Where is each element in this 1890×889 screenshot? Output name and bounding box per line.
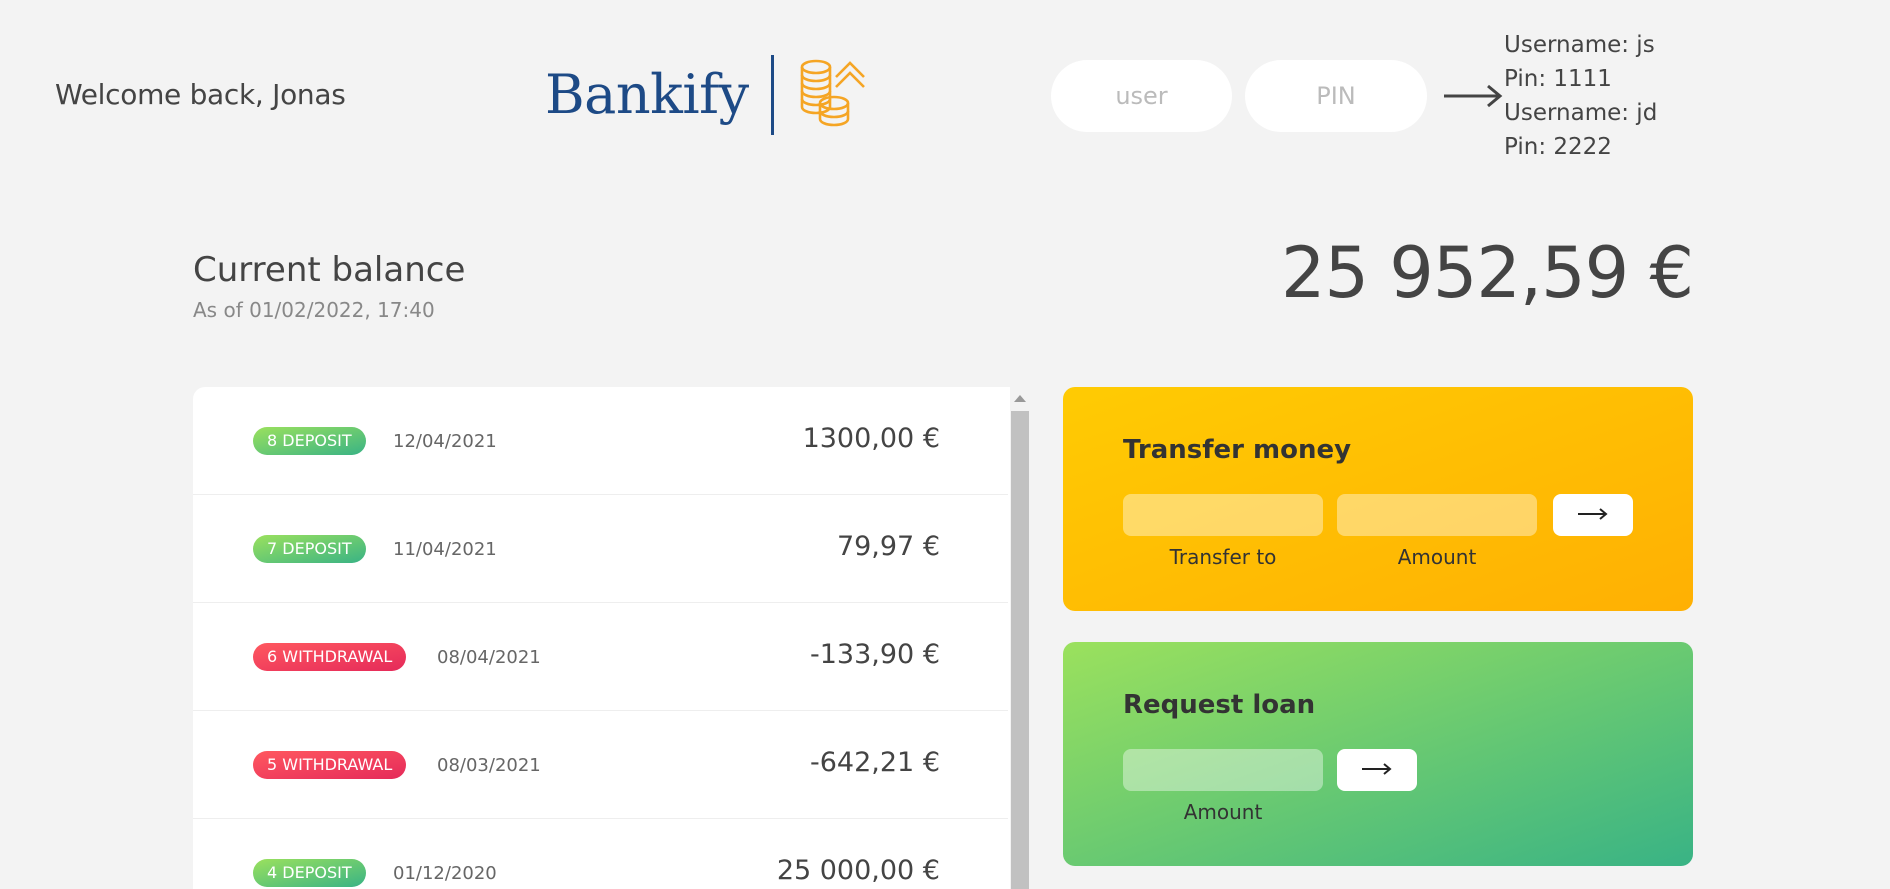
movement-row: 8 deposit 12/04/2021 1300,00 €: [193, 387, 1008, 495]
transfer-amount-input[interactable]: [1337, 494, 1537, 536]
hint-line: Username: jd: [1504, 100, 1658, 126]
movement-type-badge: 5 withdrawal: [253, 751, 407, 779]
movement-date: 11/04/2021: [393, 539, 497, 560]
movement-type-badge: 4 deposit: [253, 859, 366, 887]
movements-list[interactable]: 8 deposit 12/04/2021 1300,00 € 7 deposit…: [193, 387, 1010, 889]
login-button[interactable]: [1440, 78, 1505, 114]
balance-value: 25 952,59 €: [1280, 232, 1694, 314]
movement-value: 79,97 €: [836, 531, 940, 562]
movement-type-badge: 7 deposit: [253, 535, 366, 563]
welcome-message: Welcome back, Jonas: [55, 78, 346, 111]
movement-row: 6 withdrawal 08/04/2021 -133,90 €: [193, 603, 1008, 711]
scrollbar-thumb[interactable]: [1011, 411, 1029, 889]
login-pin-input[interactable]: [1245, 60, 1427, 132]
movement-date: 08/03/2021: [437, 755, 541, 776]
movement-type-badge: 6 withdrawal: [253, 643, 407, 671]
movement-value: 25 000,00 €: [776, 855, 940, 886]
movement-date: 01/12/2020: [393, 863, 497, 884]
loan-amount-input[interactable]: [1123, 749, 1323, 791]
loan-card: Request loan Amount: [1063, 642, 1693, 866]
transfer-title: Transfer money: [1123, 435, 1352, 465]
loan-submit-button[interactable]: [1337, 749, 1417, 791]
logo-wordmark: Bankify: [545, 63, 749, 126]
movement-value: 1300,00 €: [802, 423, 940, 454]
movement-row: 7 deposit 11/04/2021 79,97 €: [193, 495, 1008, 603]
hint-line: Pin: 2222: [1504, 134, 1612, 160]
coins-arrow-up-icon: [798, 55, 870, 135]
movement-type-badge: 8 deposit: [253, 427, 366, 455]
arrow-right-icon: [1442, 84, 1504, 117]
arrow-right-icon: [1361, 762, 1393, 779]
scroll-up-arrow[interactable]: [1014, 395, 1026, 402]
transfer-amount-label: Amount: [1397, 545, 1477, 569]
transfer-to-label: Transfer to: [1169, 545, 1277, 569]
movement-value: -642,21 €: [810, 747, 940, 778]
balance-date: As of 01/02/2022, 17:40: [193, 298, 435, 322]
logo-divider: [770, 54, 774, 135]
transfer-to-input[interactable]: [1123, 494, 1323, 536]
top-nav: Welcome back, Jonas Bankify user PIN Use…: [0, 0, 1890, 190]
login-username-input[interactable]: [1051, 60, 1232, 132]
credentials-hint: Username: js Pin: 1111 Username: jd Pin:…: [1504, 28, 1657, 164]
movement-date: 12/04/2021: [393, 431, 497, 452]
hint-line: Username: js: [1504, 32, 1655, 58]
arrow-right-icon: [1577, 507, 1609, 524]
movement-row: 4 deposit 01/12/2020 25 000,00 €: [193, 819, 1008, 889]
transfer-submit-button[interactable]: [1553, 494, 1633, 536]
transfer-card: Transfer money Transfer to Amount: [1063, 387, 1693, 611]
movement-value: -133,90 €: [810, 639, 940, 670]
logo: Bankify: [545, 52, 870, 137]
movements-scrollbar[interactable]: [1010, 387, 1030, 889]
movement-date: 08/04/2021: [437, 647, 541, 668]
movement-row: 5 withdrawal 08/03/2021 -642,21 €: [193, 711, 1008, 819]
hint-line: Pin: 1111: [1504, 66, 1612, 92]
balance-label: Current balance: [193, 250, 466, 290]
loan-amount-label: Amount: [1183, 800, 1263, 824]
loan-title: Request loan: [1123, 690, 1316, 720]
